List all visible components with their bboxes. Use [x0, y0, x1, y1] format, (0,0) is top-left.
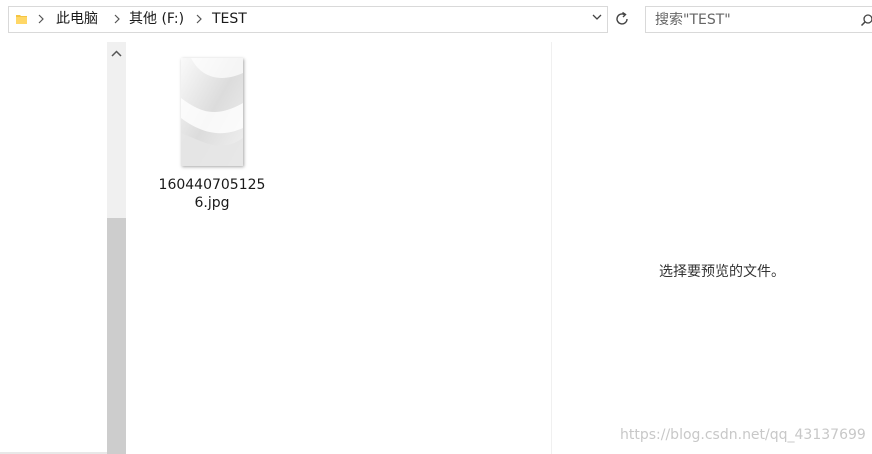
navigation-pane[interactable]	[0, 42, 107, 454]
file-name-line1: 160440705125	[158, 177, 266, 193]
toolbar: 此电脑 其他 (F:) TEST 搜索"TEST"	[0, 0, 872, 40]
preview-pane: 选择要预览的文件。	[552, 42, 872, 454]
address-bar[interactable]: 此电脑 其他 (F:) TEST	[8, 6, 608, 33]
file-item[interactable]: 160440705125 6.jpg	[152, 54, 272, 214]
breadcrumb-folder[interactable]: TEST	[212, 11, 247, 28]
refresh-icon[interactable]	[612, 9, 632, 29]
chevron-right-icon	[196, 14, 202, 24]
nav-scrollbar[interactable]	[107, 42, 126, 454]
folder-icon	[16, 15, 27, 24]
breadcrumb-drive[interactable]: 其他 (F:)	[129, 11, 184, 28]
file-thumbnail	[181, 58, 243, 166]
watermark-text: https://blog.csdn.net/qq_43137699	[620, 427, 866, 443]
chevron-down-icon[interactable]	[592, 12, 602, 22]
chevron-up-icon[interactable]	[107, 46, 126, 62]
file-name: 160440705125 6.jpg	[152, 176, 272, 212]
file-list-pane[interactable]: 160440705125 6.jpg	[130, 42, 550, 454]
chevron-right-icon	[114, 14, 120, 24]
chevron-right-icon	[38, 14, 44, 24]
search-input[interactable]: 搜索"TEST"	[655, 12, 731, 28]
scroll-thumb[interactable]	[107, 218, 126, 454]
breadcrumb-this-pc[interactable]: 此电脑	[56, 11, 98, 28]
search-box[interactable]: 搜索"TEST"	[645, 6, 872, 33]
preview-message: 选择要预览的文件。	[659, 264, 785, 280]
search-icon[interactable]	[860, 13, 872, 27]
file-name-line2: 6.jpg	[194, 195, 230, 211]
